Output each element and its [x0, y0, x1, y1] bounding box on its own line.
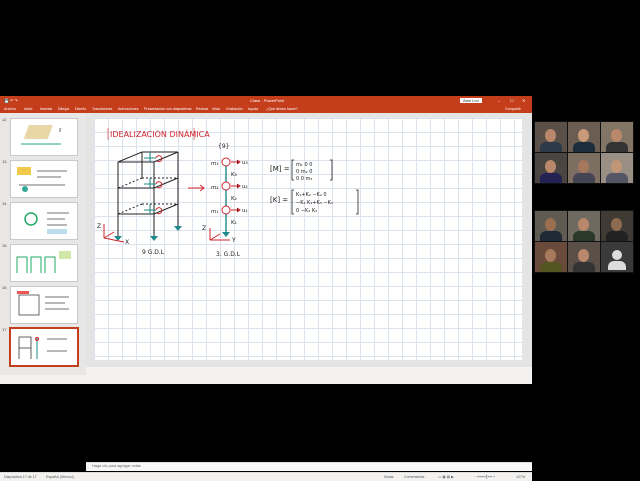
slide-thumbnail[interactable]	[10, 202, 78, 240]
matrix-m-row2: 0 m₂ 0	[296, 169, 312, 175]
participant-video[interactable]	[600, 210, 634, 242]
ribbon-tabs: Archivo Inicio Insertar Dibujar Diseño T…	[0, 105, 532, 113]
dof-label-3: u₃	[242, 160, 248, 166]
spring-label-1: K₁	[231, 220, 237, 226]
matrix-m-row1: m₁ 0 0	[296, 162, 312, 168]
thumb-number: 15	[2, 243, 7, 248]
slide-thumbnail[interactable]: ∫∫	[10, 118, 78, 156]
tab-animaciones[interactable]: Animaciones	[118, 107, 139, 111]
tab-inicio[interactable]: Inicio	[24, 107, 32, 111]
matrix-m-row3: 0 0 m₃	[296, 176, 312, 182]
tab-grabacion[interactable]: Grabación	[226, 107, 243, 111]
participant-video[interactable]	[534, 121, 568, 153]
svg-text:∫∫: ∫∫	[58, 127, 62, 132]
slide-thumbnail-current[interactable]	[9, 327, 79, 367]
slide-counter: Diapositiva 17 de 17	[4, 475, 37, 479]
spring-label-2: K₂	[231, 196, 237, 202]
tab-vista[interactable]: Vista	[212, 107, 220, 111]
slide-ink-drawing: IDEALIZACIÓN DINÁMICA Z X 9 G.D.L {9} m₃…	[97, 128, 359, 258]
participant-video[interactable]	[534, 152, 568, 184]
participant-video[interactable]	[567, 241, 601, 273]
axis-z-label: Z	[97, 223, 101, 230]
participant-video[interactable]	[534, 241, 568, 273]
tab-presentacion[interactable]: Presentación con diapositivas	[144, 107, 192, 111]
tab-archivo[interactable]: Archivo	[4, 107, 16, 111]
axis-z2-label: Z	[202, 225, 206, 232]
maximize-button[interactable]: ☐	[510, 98, 514, 103]
tab-insertar[interactable]: Insertar	[40, 107, 52, 111]
matrix-k-row3: 0 −K₃ K₃	[296, 208, 317, 214]
window-title: Clase - PowerPoint	[250, 98, 285, 103]
search-box[interactable]: ¿Qué desea hacer?	[266, 107, 298, 111]
thumb-number: 12	[2, 117, 7, 122]
slide-thumbnail[interactable]	[10, 244, 78, 282]
slide-title-ink: IDEALIZACIÓN DINÁMICA	[110, 128, 210, 139]
slide-thumbnail[interactable]	[10, 160, 78, 198]
slide-thumbnail[interactable]	[10, 286, 78, 324]
mass-label-2: m₂	[211, 185, 219, 191]
tab-ayuda[interactable]: Ayuda	[248, 107, 258, 111]
slide-canvas[interactable]: IDEALIZACIÓN DINÁMICA Z X 9 G.D.L {9} m₃…	[94, 118, 522, 360]
zoom-level[interactable]: 127%	[516, 475, 525, 479]
user-badge[interactable]: Alan Lou	[460, 98, 482, 103]
tab-dibujar[interactable]: Dibujar	[58, 107, 69, 111]
thumb-number: 14	[2, 201, 7, 206]
matrix-k-row2: −K₂ K₂+K₃ −K₃	[296, 200, 333, 206]
participant-video[interactable]	[534, 210, 568, 242]
tab-transiciones[interactable]: Transiciones	[92, 107, 112, 111]
label-9gdl: 9 G.D.L	[142, 249, 165, 256]
3d-frame-drawing	[117, 151, 179, 236]
participant-video[interactable]	[567, 152, 601, 184]
title-bar: 💾 ↶ ↷ Clase - PowerPoint Alan Lou – ☐ ✕	[0, 96, 532, 105]
share-button[interactable]: Compartir	[505, 107, 521, 111]
tab-diseno[interactable]: Diseño	[75, 107, 86, 111]
dof-label-2: u₂	[242, 184, 248, 190]
matrix-k-row1: K₁+K₂ −K₂ 0	[296, 192, 327, 198]
participant-avatar-icon[interactable]	[600, 241, 634, 273]
thumb-number: 13	[2, 159, 7, 164]
notes-placeholder: Haga clic para agregar notas	[92, 464, 141, 468]
view-normal-icon[interactable]: ▭ ▦ ▤ ▶	[438, 475, 454, 479]
participant-video[interactable]	[567, 121, 601, 153]
axis-y-label: Y	[231, 237, 236, 244]
thumb-number: 16	[2, 285, 7, 290]
tab-revisar[interactable]: Revisar	[196, 107, 208, 111]
comments-button[interactable]: Comentarios	[404, 475, 424, 479]
close-button[interactable]: ✕	[522, 98, 525, 103]
participant-video[interactable]	[600, 121, 634, 153]
notes-pane[interactable]: Haga clic para agregar notas	[86, 462, 532, 471]
label-9: {9}	[218, 143, 230, 150]
matrix-k-label: [K] =	[270, 196, 288, 204]
dof-label-1: u₁	[242, 208, 248, 214]
matrix-m-label: [M] =	[270, 165, 290, 173]
slide-thumbnails-pane: 12 ∫∫ 13 14 15 16 17	[0, 113, 86, 375]
label-3gdl: 3. G.D.L	[216, 251, 241, 258]
spring-label-3: K₃	[231, 172, 237, 178]
axis-x-label: X	[125, 239, 129, 246]
thumb-number: 17	[2, 327, 7, 332]
participant-video[interactable]	[600, 152, 634, 184]
participant-video[interactable]	[567, 210, 601, 242]
autosave-icon[interactable]: 💾 ↶ ↷	[4, 98, 18, 103]
notes-button[interactable]: Notas	[384, 475, 393, 479]
minimize-button[interactable]: –	[498, 98, 500, 103]
zoom-slider[interactable]: − ━━━━┃━━ +	[474, 475, 495, 479]
mass-label-3: m₃	[211, 161, 219, 167]
language-indicator[interactable]: Español (México)	[46, 475, 74, 479]
mass-label-1: m₁	[211, 209, 219, 215]
